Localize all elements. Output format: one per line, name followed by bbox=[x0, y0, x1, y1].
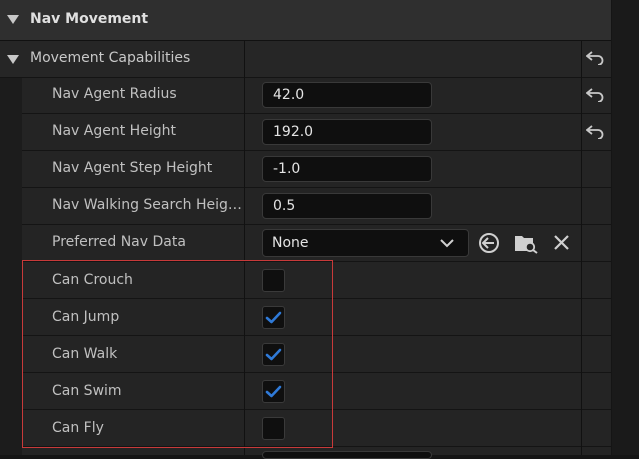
row-divider bbox=[22, 335, 611, 336]
row-divider bbox=[22, 409, 611, 410]
group-row-movement-capabilities[interactable]: Movement Capabilities bbox=[0, 41, 611, 78]
can-crouch-checkbox[interactable] bbox=[262, 269, 285, 292]
can-jump-checkbox[interactable] bbox=[262, 306, 285, 329]
can-fly-checkbox[interactable] bbox=[262, 417, 285, 440]
reset-to-default-icon[interactable] bbox=[586, 51, 604, 65]
label-nav-agent-radius: Nav Agent Radius bbox=[52, 86, 177, 102]
nav-agent-height-field[interactable] bbox=[262, 119, 432, 145]
triangle-down-icon[interactable] bbox=[7, 55, 19, 65]
label-can-jump: Can Jump bbox=[52, 309, 120, 325]
label-nav-agent-height: Nav Agent Height bbox=[52, 123, 176, 139]
chevron-down-icon bbox=[440, 239, 454, 248]
group-label: Movement Capabilities bbox=[30, 50, 191, 66]
nav-agent-step-height-field[interactable] bbox=[262, 156, 432, 182]
label-nav-walking-search-height: Nav Walking Search Heigh… bbox=[52, 197, 242, 213]
can-walk-checkbox[interactable] bbox=[262, 343, 285, 366]
nav-walking-search-height-field[interactable] bbox=[262, 193, 432, 219]
column-divider bbox=[581, 41, 582, 455]
nav-agent-radius-field[interactable] bbox=[262, 82, 432, 108]
dropdown-selected-value: None bbox=[272, 235, 309, 251]
label-can-crouch: Can Crouch bbox=[52, 272, 133, 288]
section-title: Nav Movement bbox=[30, 11, 149, 27]
reset-to-default-icon[interactable] bbox=[586, 125, 604, 139]
browse-to-asset-icon[interactable] bbox=[514, 232, 538, 254]
label-nav-agent-step-height: Nav Agent Step Height bbox=[52, 160, 213, 176]
row-divider bbox=[22, 261, 611, 262]
row-divider bbox=[22, 298, 611, 299]
checkmark-icon bbox=[265, 348, 282, 361]
triangle-down-icon[interactable] bbox=[7, 15, 19, 25]
row-divider bbox=[22, 372, 611, 373]
scrollbar-track[interactable] bbox=[612, 0, 639, 455]
row-divider bbox=[22, 446, 611, 447]
checkmark-icon bbox=[265, 311, 282, 324]
can-swim-checkbox[interactable] bbox=[262, 380, 285, 403]
section-header-nav-movement[interactable]: Nav Movement bbox=[0, 0, 611, 41]
row-divider bbox=[22, 187, 611, 188]
row-divider bbox=[22, 150, 611, 151]
clear-icon[interactable] bbox=[553, 234, 570, 251]
use-selected-asset-icon[interactable] bbox=[478, 232, 500, 254]
label-preferred-nav-data: Preferred Nav Data bbox=[52, 234, 186, 250]
next-field-partial[interactable] bbox=[262, 451, 432, 459]
label-can-walk: Can Walk bbox=[52, 346, 118, 362]
row-divider bbox=[22, 224, 611, 225]
label-can-fly: Can Fly bbox=[52, 420, 104, 436]
reset-to-default-icon[interactable] bbox=[586, 88, 604, 102]
column-divider bbox=[244, 41, 245, 455]
row-divider bbox=[22, 113, 611, 114]
label-can-swim: Can Swim bbox=[52, 383, 122, 399]
indent-gutter bbox=[0, 78, 22, 455]
preferred-nav-data-dropdown[interactable]: None bbox=[262, 229, 469, 257]
checkmark-icon bbox=[265, 385, 282, 398]
